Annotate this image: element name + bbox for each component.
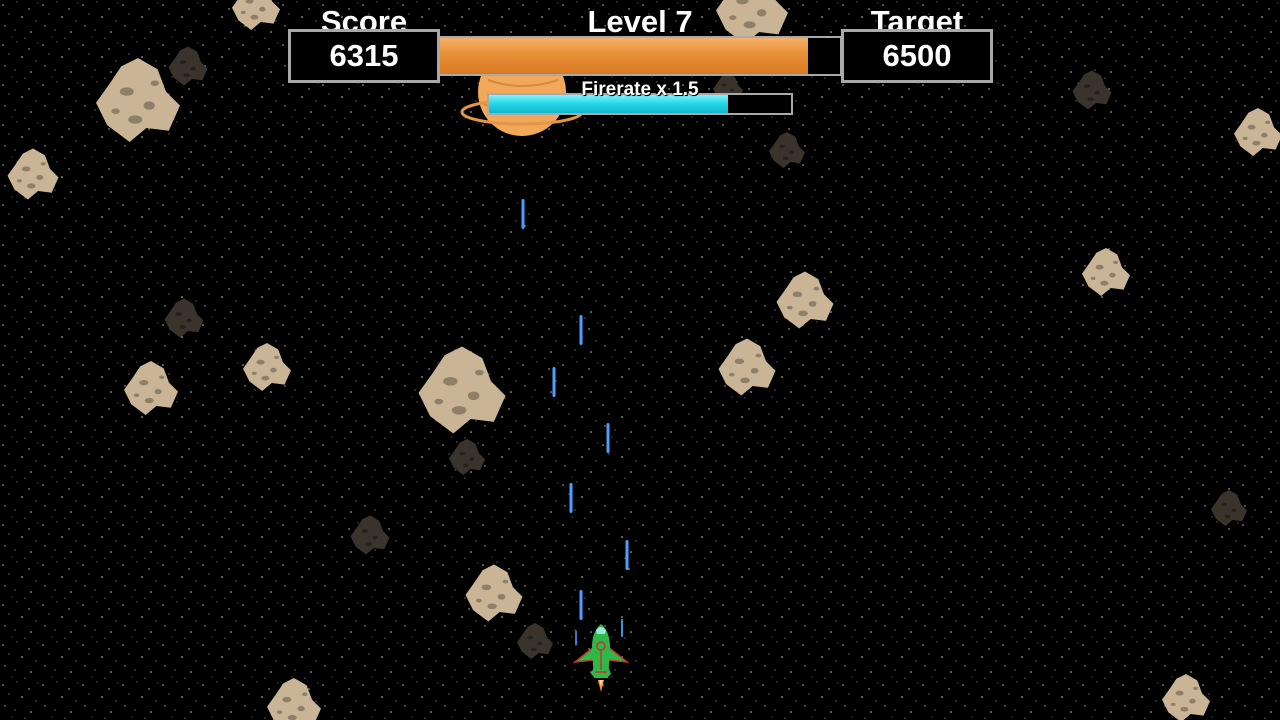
laser-bolt bbox=[625, 540, 629, 570]
score-value: 6315 bbox=[288, 29, 440, 83]
powerup-label: Firerate x 1.5 bbox=[581, 79, 699, 100]
target-value: 6500 bbox=[841, 29, 993, 83]
laser-bolt bbox=[552, 367, 556, 397]
level-progress-bar bbox=[438, 36, 842, 76]
laser-bolt bbox=[579, 315, 583, 345]
level-label: Level 7 bbox=[587, 4, 693, 39]
laser-bolt bbox=[575, 630, 577, 646]
laser-bolt bbox=[621, 619, 623, 637]
laser-bolt bbox=[569, 483, 573, 513]
laser-bolt bbox=[606, 423, 610, 453]
level-progress-fill bbox=[440, 38, 808, 74]
laser-bolt bbox=[521, 199, 525, 229]
laser-bolt bbox=[579, 590, 583, 620]
